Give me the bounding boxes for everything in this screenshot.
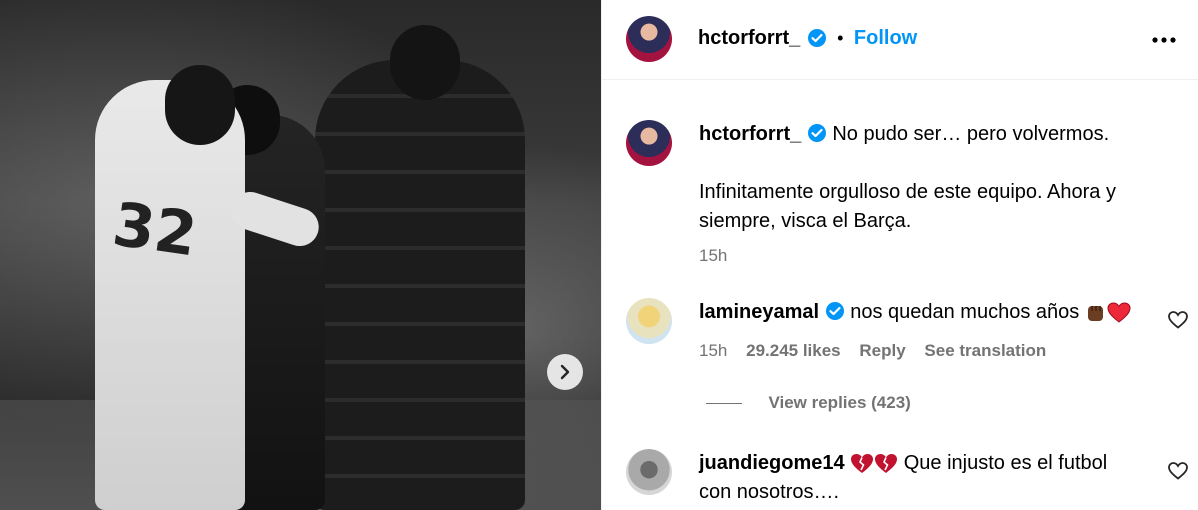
more-options-icon[interactable] xyxy=(1151,27,1177,53)
fist-emoji-icon xyxy=(1087,305,1103,321)
caption-text-line-2: Infinitamente orgulloso de este equipo. … xyxy=(699,181,1116,203)
verified-badge-icon xyxy=(807,28,826,47)
comment-lamineyamal: lamineyamal nos quedan muchos años 15h 2… xyxy=(699,298,1149,361)
comment-username[interactable]: juandiegome14 xyxy=(699,452,845,474)
avatar[interactable] xyxy=(626,16,672,62)
comment-text-row: lamineyamal nos quedan muchos años xyxy=(699,298,1149,327)
comment-text: nos quedan muchos años xyxy=(850,301,1080,323)
header-username[interactable]: hctorforrt_ xyxy=(698,27,800,49)
view-replies-row[interactable]: View replies (423) xyxy=(706,393,911,413)
caption-timestamp[interactable]: 15h xyxy=(699,246,1169,266)
chevron-right-icon xyxy=(560,364,570,380)
post-sidebar: hctorforrt_ • Follow hctorforrt_ No pudo… xyxy=(601,0,1198,510)
caption-line-1-row: hctorforrt_ No pudo ser… pero volvermos. xyxy=(699,120,1169,149)
header-separator: • xyxy=(837,28,844,48)
caption-text-line-1: No pudo ser… pero volvermos. xyxy=(832,123,1110,145)
photo-person-head xyxy=(390,25,460,100)
next-photo-button[interactable] xyxy=(547,354,583,390)
photo-player-white: 32 xyxy=(95,65,245,510)
comment-username[interactable]: lamineyamal xyxy=(699,301,819,323)
broken-heart-emoji-icon xyxy=(875,453,898,473)
comment-text: Que injusto es el futbol xyxy=(903,452,1108,474)
photo-player-white-head xyxy=(165,65,235,145)
comment-juandiegome14: juandiegome14 Que injusto es el futbol c… xyxy=(699,449,1149,507)
verified-badge-icon xyxy=(825,301,844,320)
caption-avatar[interactable] xyxy=(626,120,672,166)
follow-button[interactable]: Follow xyxy=(854,27,917,49)
comment-text-row: juandiegome14 Que injusto es el futbol xyxy=(699,449,1149,478)
like-heart-icon[interactable] xyxy=(1168,311,1188,329)
red-heart-emoji-icon xyxy=(1107,302,1131,323)
post-photo: 32 xyxy=(0,0,601,510)
replies-divider xyxy=(706,403,742,405)
comment-avatar[interactable] xyxy=(626,298,672,344)
see-translation-button[interactable]: See translation xyxy=(924,341,1046,360)
view-replies-button[interactable]: View replies (423) xyxy=(768,393,910,412)
caption: hctorforrt_ No pudo ser… pero volvermos.… xyxy=(699,120,1169,266)
broken-heart-emoji-icon xyxy=(851,453,874,473)
comment-likes-count[interactable]: 29.245 likes xyxy=(746,341,841,360)
post-header: hctorforrt_ • Follow xyxy=(602,0,1198,80)
comment-meta-row: 15h 29.245 likes Reply See translation xyxy=(699,341,1149,361)
caption-username[interactable]: hctorforrt_ xyxy=(699,123,801,145)
comment-text-line-2: con nosotros…. xyxy=(699,481,840,503)
verified-badge-icon xyxy=(807,123,826,142)
comment-timestamp[interactable]: 15h xyxy=(699,341,727,360)
photo-person-coat xyxy=(315,25,525,510)
jersey-number: 32 xyxy=(108,189,201,271)
header-user-row: hctorforrt_ • Follow xyxy=(698,27,917,50)
like-heart-icon[interactable] xyxy=(1168,462,1188,480)
reply-button[interactable]: Reply xyxy=(859,341,905,360)
comment-avatar[interactable] xyxy=(626,449,672,495)
caption-text-line-3: siempre, visca el Barça. xyxy=(699,210,912,232)
